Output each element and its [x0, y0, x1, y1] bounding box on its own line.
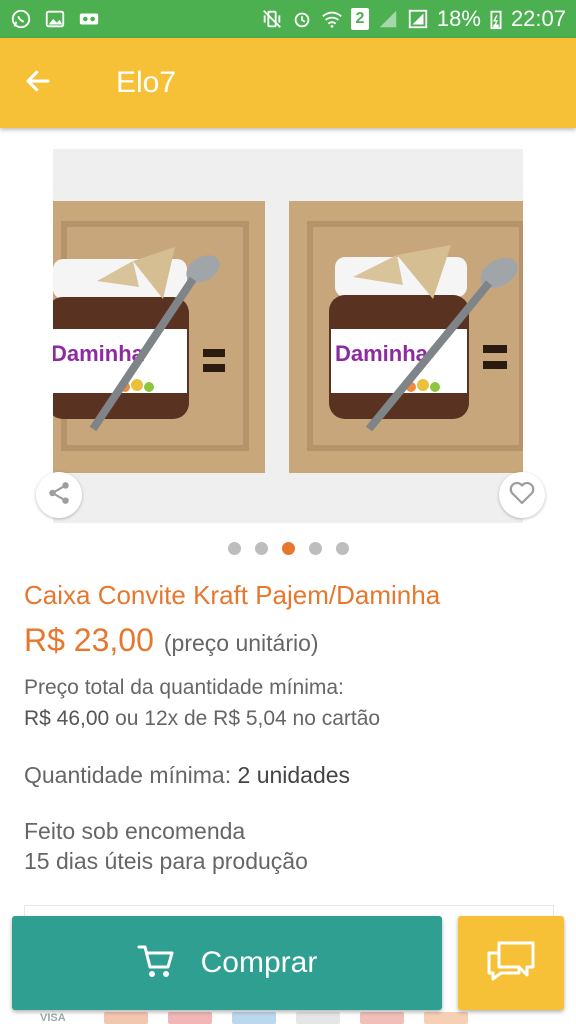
product-price: R$ 23,00: [24, 622, 154, 658]
status-bar: 2 18% 22:07: [0, 0, 576, 38]
chat-button[interactable]: [458, 916, 564, 1010]
mastercard-logo: [104, 1012, 148, 1024]
app-title: Elo7: [116, 66, 177, 99]
signal-icon: [377, 8, 399, 30]
buy-button[interactable]: Comprar: [12, 916, 442, 1010]
product-photo-illustration: Daminha Daminha: [53, 149, 523, 523]
min-qty-label: Quantidade mínima:: [24, 762, 232, 788]
app-bar: Elo7: [0, 38, 576, 128]
signal-icon-2: [407, 8, 429, 30]
alarm-icon: [291, 8, 313, 30]
jar-label-left: Daminha: [53, 341, 145, 366]
back-button[interactable]: [0, 38, 76, 128]
amex-logo: [232, 1012, 276, 1024]
total-price: R$ 46,00: [24, 707, 110, 730]
chat-icon: [485, 939, 537, 988]
carousel-dot-5[interactable]: [335, 542, 349, 555]
sim-badge: 2: [350, 8, 369, 30]
payment-methods-strip: VISA: [40, 1012, 540, 1024]
favorite-button[interactable]: [499, 472, 545, 518]
price-line: R$ 23,00 (preço unitário): [24, 622, 319, 659]
sim-badge-number: 2: [355, 10, 365, 27]
image-icon: [44, 8, 66, 30]
cart-icon: [137, 943, 175, 984]
carousel-dot-1[interactable]: [227, 542, 241, 555]
share-button[interactable]: [36, 472, 82, 518]
status-left-icons: [10, 8, 100, 30]
carousel-dot-3[interactable]: [281, 542, 295, 555]
arrow-left-icon: [23, 66, 53, 101]
jar-label-right: Daminha: [335, 341, 429, 366]
battery-icon: [489, 8, 503, 30]
status-right-icons: 2 18% 22:07: [261, 6, 566, 32]
card-logo-3: [424, 1012, 468, 1024]
voicemail-icon: [78, 8, 100, 30]
installments-text: ou 12x de R$ 5,04 no cartão: [115, 707, 381, 730]
boleto-logo: [360, 1012, 404, 1024]
share-icon: [46, 480, 72, 511]
heart-icon: [507, 478, 537, 513]
status-time: 22:07: [510, 6, 566, 31]
wifi-icon: [321, 8, 343, 30]
product-image[interactable]: Daminha Daminha: [53, 149, 523, 523]
buy-button-label: Comprar: [200, 946, 318, 979]
total-price-label: Preço total da quantidade mínima:: [24, 676, 344, 699]
carousel-dot-2[interactable]: [254, 542, 268, 555]
product-title: Caixa Convite Kraft Pajem/Daminha: [24, 580, 441, 610]
carousel-indicator: [0, 542, 576, 555]
card-logo: [168, 1012, 212, 1024]
visa-logo: VISA: [40, 1012, 66, 1024]
made-to-order-text: Feito sob encomenda: [24, 818, 246, 844]
total-price-line: R$ 46,00 ou 12x de R$ 5,04 no cartão: [24, 707, 380, 731]
card-logo-2: [296, 1012, 340, 1024]
minimum-quantity: Quantidade mínima: 2 unidades: [24, 762, 350, 789]
carousel-dot-4[interactable]: [308, 542, 322, 555]
price-note: (preço unitário): [163, 630, 319, 656]
production-days-text: 15 dias úteis para produção: [24, 848, 308, 874]
vibrate-icon: [261, 8, 283, 30]
battery-percent: 18%: [436, 6, 481, 31]
min-qty-value: 2 unidades: [237, 762, 351, 788]
whatsapp-icon: [10, 8, 32, 30]
